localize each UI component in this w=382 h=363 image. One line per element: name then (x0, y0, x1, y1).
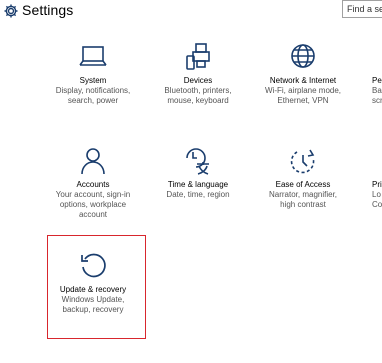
tile-ease-of-access[interactable]: Ease of Access Narrator, magnifier, high… (253, 146, 353, 210)
tile-name: Network & Internet (269, 76, 337, 85)
clipped-tile-1[interactable]: Pe Bac scr (372, 76, 382, 106)
tile-desc: Narrator, magnifier, (268, 190, 338, 199)
tile-name: System (79, 76, 107, 85)
tile-accounts[interactable]: Accounts Your account, sign-in options, … (43, 146, 143, 220)
tile-desc: Date, time, region (166, 190, 230, 199)
tile-name: Time & language (167, 180, 229, 189)
tile-name: Devices (183, 76, 213, 85)
gear-icon (4, 4, 18, 18)
tile-desc: Bluetooth, printers, (164, 86, 232, 95)
clipped-tile-2[interactable]: Pri Lo Cor (372, 180, 382, 210)
ease-of-access-icon (290, 149, 315, 174)
tile-desc: search, power (67, 96, 119, 105)
search-input[interactable]: Find a setting (342, 0, 382, 18)
tile-desc: Ethernet, VPN (277, 96, 329, 105)
person-icon (81, 148, 105, 175)
update-icon (81, 253, 106, 278)
tile-update-recovery[interactable]: Update & recovery Windows Update, backup… (43, 251, 143, 315)
tile-desc: high contrast (280, 200, 326, 209)
tile-desc: mouse, keyboard (167, 96, 229, 105)
clipped-text: Cor (372, 200, 382, 209)
tile-name: Update & recovery (59, 285, 127, 294)
tile-desc: backup, recovery (62, 305, 124, 314)
tile-desc: Wi-Fi, airplane mode, (264, 86, 342, 95)
tile-desc: options, workplace (59, 200, 127, 209)
clipped-text: scr (372, 96, 382, 105)
tile-name: Accounts (76, 180, 110, 189)
tile-desc: Your account, sign-in (55, 190, 131, 199)
tile-time-language[interactable]: Time & language Date, time, region (148, 146, 248, 200)
devices-icon (186, 43, 210, 70)
clipped-text: Pe (372, 76, 382, 85)
tile-network[interactable]: Network & Internet Wi-Fi, airplane mode,… (253, 42, 353, 106)
clipped-text: Bac (372, 86, 382, 95)
clipped-text: Pri (372, 180, 382, 189)
tile-desc: account (78, 210, 108, 219)
tile-system[interactable]: System Display, notifications, search, p… (43, 42, 143, 106)
clipped-text: Lo (372, 190, 381, 199)
tile-desc: Display, notifications, (55, 86, 131, 95)
globe-icon (291, 44, 315, 68)
header-bar: Settings Find a setting (0, 0, 382, 22)
time-language-icon (186, 148, 209, 175)
tile-desc: Windows Update, (61, 295, 125, 304)
laptop-icon (79, 46, 107, 66)
tile-devices[interactable]: Devices Bluetooth, printers, mouse, keyb… (148, 42, 248, 106)
tile-name: Ease of Access (275, 180, 331, 189)
page-title: Settings (22, 2, 74, 18)
